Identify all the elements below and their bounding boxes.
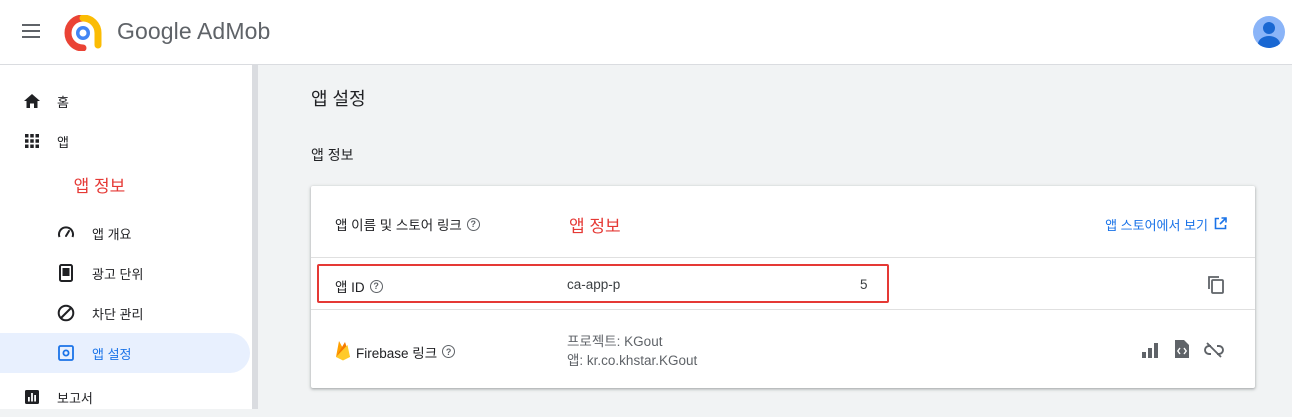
view-in-store-label: 앱 스토어에서 보기 (1105, 218, 1208, 233)
annotation-overlay: 앱 정보 (569, 217, 621, 236)
app-id-value-suffix: 5 (860, 277, 868, 292)
annotation-overlay: 앱 정보 (48, 161, 151, 208)
app-id-value: ca-app-p (567, 277, 621, 292)
admob-logo-icon (64, 14, 102, 52)
page-title: 앱 설정 (311, 89, 366, 109)
speedometer-icon (57, 224, 75, 242)
firebase-row: Firebase 링크 ? 프로젝트: KGout 앱: kr.co.khsta… (311, 310, 1255, 388)
sidebar-item-ad-units[interactable]: 광고 단위 (0, 253, 250, 293)
analytics-icon[interactable] (1139, 339, 1161, 361)
help-icon[interactable]: ? (442, 345, 456, 358)
settings-gear-icon (57, 344, 75, 362)
sidebar-item-label: 홈 (57, 94, 69, 110)
sidebar-nav: 홈 앱 앱 정보 앱 개요 광고 단위 차단 관리 앱 설정 보고서 (0, 65, 252, 409)
copy-icon[interactable] (1205, 274, 1227, 296)
code-file-icon[interactable] (1171, 338, 1193, 360)
firebase-icon (335, 339, 351, 364)
firebase-label: Firebase 링크 (356, 345, 438, 361)
app-name-row: 앱 이름 및 스토어 링크 ? 앱 정보 앱 스토어에서 보기 (311, 186, 1255, 258)
open-in-new-icon (1214, 216, 1227, 233)
help-icon[interactable]: ? (369, 279, 383, 293)
firebase-label-group: Firebase 링크 ? (335, 339, 456, 364)
app-id-label: 앱 ID (335, 280, 365, 295)
section-title: 앱 정보 (311, 147, 354, 163)
account-avatar-icon[interactable] (1253, 16, 1285, 48)
help-icon[interactable]: ? (466, 217, 480, 231)
bar-chart-icon (23, 388, 41, 406)
sidebar-item-label: 광고 단위 (92, 266, 144, 282)
home-icon (23, 92, 41, 110)
apps-grid-icon (23, 132, 41, 150)
sidebar-item-apps[interactable]: 앱 (0, 121, 250, 161)
sidebar-item-label: 앱 (57, 134, 69, 150)
sidebar-item-blocking[interactable]: 차단 관리 (0, 293, 250, 333)
app-name-label: 앱 이름 및 스토어 링크 (335, 218, 462, 233)
sidebar-item-app-settings[interactable]: 앱 설정 (0, 333, 250, 373)
sidebar-item-label: 앱 설정 (92, 346, 132, 362)
sidebar-item-label: 차단 관리 (92, 306, 144, 322)
app-info-card: 앱 이름 및 스토어 링크 ? 앱 정보 앱 스토어에서 보기 앱 ID ? c… (311, 186, 1255, 388)
sidebar-item-label: 앱 개요 (92, 226, 132, 242)
sidebar-item-app-overview[interactable]: 앱 개요 (0, 213, 250, 253)
phone-ad-unit-icon (57, 264, 75, 282)
firebase-project: 프로젝트: KGout (567, 334, 663, 349)
app-name-label-group: 앱 이름 및 스토어 링크 ? (335, 214, 480, 234)
sidebar-item-home[interactable]: 홈 (0, 81, 250, 121)
sidebar-item-label: 보고서 (57, 390, 93, 406)
view-in-store-link[interactable]: 앱 스토어에서 보기 (1105, 215, 1227, 234)
brand-title[interactable]: Google AdMob (117, 18, 270, 45)
sidebar-item-reports[interactable]: 보고서 (0, 377, 250, 417)
block-icon (57, 304, 75, 322)
top-app-bar: Google AdMob (0, 0, 1292, 65)
app-id-row: 앱 ID ? ca-app-p 5 (311, 258, 1255, 310)
firebase-app: 앱: kr.co.khstar.KGout (567, 353, 698, 368)
hamburger-menu-icon[interactable] (20, 22, 44, 42)
unlink-icon[interactable] (1203, 339, 1225, 361)
app-id-label-group: 앱 ID ? (335, 276, 383, 296)
sidebar-scrollbar[interactable] (252, 65, 258, 409)
